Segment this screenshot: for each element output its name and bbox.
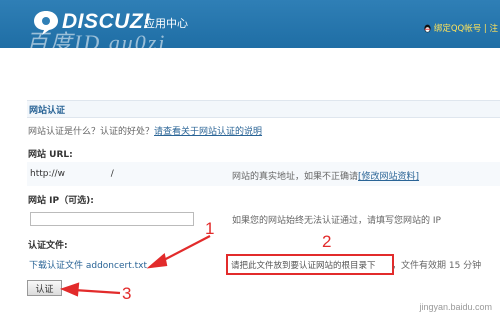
annotation-3: 3	[122, 284, 132, 303]
arrow-3-head	[59, 282, 80, 297]
arrow-1-line	[159, 235, 211, 263]
arrow-1-head	[146, 252, 168, 269]
annotation-arrows	[59, 235, 211, 297]
annotation-1: 1	[205, 219, 215, 238]
arrow-3-line	[73, 288, 121, 295]
annotation-2: 2	[322, 232, 332, 251]
site-watermark: jingyan.baidu.com	[419, 302, 492, 312]
